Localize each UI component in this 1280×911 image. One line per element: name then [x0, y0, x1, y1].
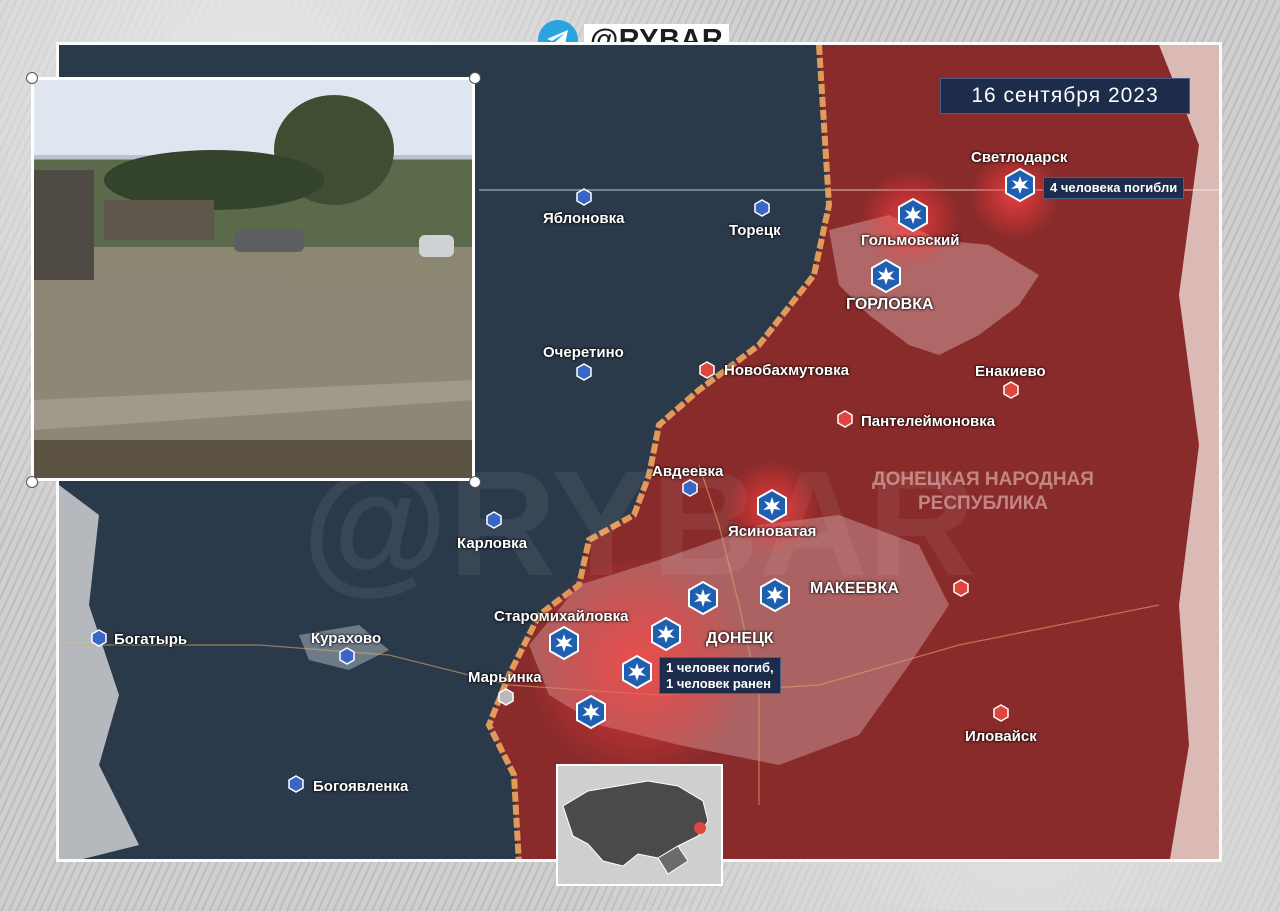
scene-photo: [31, 77, 475, 481]
explosion-icon[interactable]: [686, 580, 720, 616]
pin-icon[interactable]: [836, 410, 854, 428]
explosion-icon[interactable]: [755, 488, 789, 524]
pin-icon[interactable]: [952, 579, 970, 597]
overview-map: [558, 766, 721, 884]
region-label: ДОНЕЦКАЯ НАРОДНАЯ РЕСПУБЛИКА: [872, 469, 1094, 514]
casualty-note: 4 человека погибли: [1043, 177, 1185, 199]
city-label: Енакиево: [975, 363, 1046, 380]
city-label: Курахово: [311, 630, 382, 647]
city-label: ДОНЕЦК: [706, 630, 774, 647]
city-label: Карловка: [457, 535, 528, 552]
explosion-icon[interactable]: [620, 654, 654, 690]
photo-handle-bl[interactable]: [26, 476, 38, 488]
pin-icon[interactable]: [681, 479, 699, 497]
city-label: Богатырь: [114, 631, 188, 648]
city-label: Авдеевка: [652, 463, 724, 480]
city-label: Светлодарск: [971, 149, 1068, 166]
casualty-note-line: 1 человек ранен: [666, 675, 771, 691]
explosion-icon[interactable]: [1003, 167, 1037, 203]
city-label: ГОРЛОВКА: [846, 296, 934, 313]
photo-handle-tr[interactable]: [469, 72, 481, 84]
photo-handle-br[interactable]: [469, 476, 481, 488]
explosion-icon[interactable]: [574, 694, 608, 730]
explosion-icon[interactable]: [869, 258, 903, 294]
pin-icon[interactable]: [992, 704, 1010, 722]
pin-icon[interactable]: [287, 775, 305, 793]
photo-handle-tl[interactable]: [26, 72, 38, 84]
city-label: Пантелеймоновка: [861, 413, 996, 430]
pin-icon[interactable]: [575, 188, 593, 206]
pin-icon[interactable]: [338, 647, 356, 665]
explosion-icon[interactable]: [896, 197, 930, 233]
pin-icon[interactable]: [485, 511, 503, 529]
casualty-note: 1 человек погиб, 1 человек ранен: [659, 657, 781, 695]
explosion-icon[interactable]: [547, 625, 581, 661]
pin-icon[interactable]: [497, 688, 515, 706]
city-label: Марьинка: [468, 669, 542, 686]
pin-icon[interactable]: [575, 363, 593, 381]
overview-inset-map: [556, 764, 723, 886]
date-badge: 16 сентября 2023: [940, 78, 1190, 114]
city-label: Ясиноватая: [728, 523, 817, 540]
pin-icon[interactable]: [1002, 381, 1020, 399]
city-label: МАКЕЕВКА: [810, 580, 899, 597]
city-label: Иловайск: [965, 728, 1037, 745]
explosion-icon[interactable]: [649, 616, 683, 652]
pin-icon[interactable]: [698, 361, 716, 379]
casualty-note-line: 1 человек погиб,: [666, 660, 774, 675]
pin-icon[interactable]: [90, 629, 108, 647]
city-label: Торецк: [729, 222, 781, 239]
city-label: Яблоновка: [543, 210, 625, 227]
pin-icon[interactable]: [753, 199, 771, 217]
photo-content: [34, 80, 472, 440]
city-label: Старомихайловка: [494, 608, 629, 625]
city-label: Гольмовский: [861, 232, 960, 249]
city-label: Богоявленка: [313, 778, 409, 795]
city-label: Новобахмутовка: [724, 362, 849, 379]
city-label: Очеретино: [543, 344, 624, 361]
explosion-icon[interactable]: [758, 577, 792, 613]
